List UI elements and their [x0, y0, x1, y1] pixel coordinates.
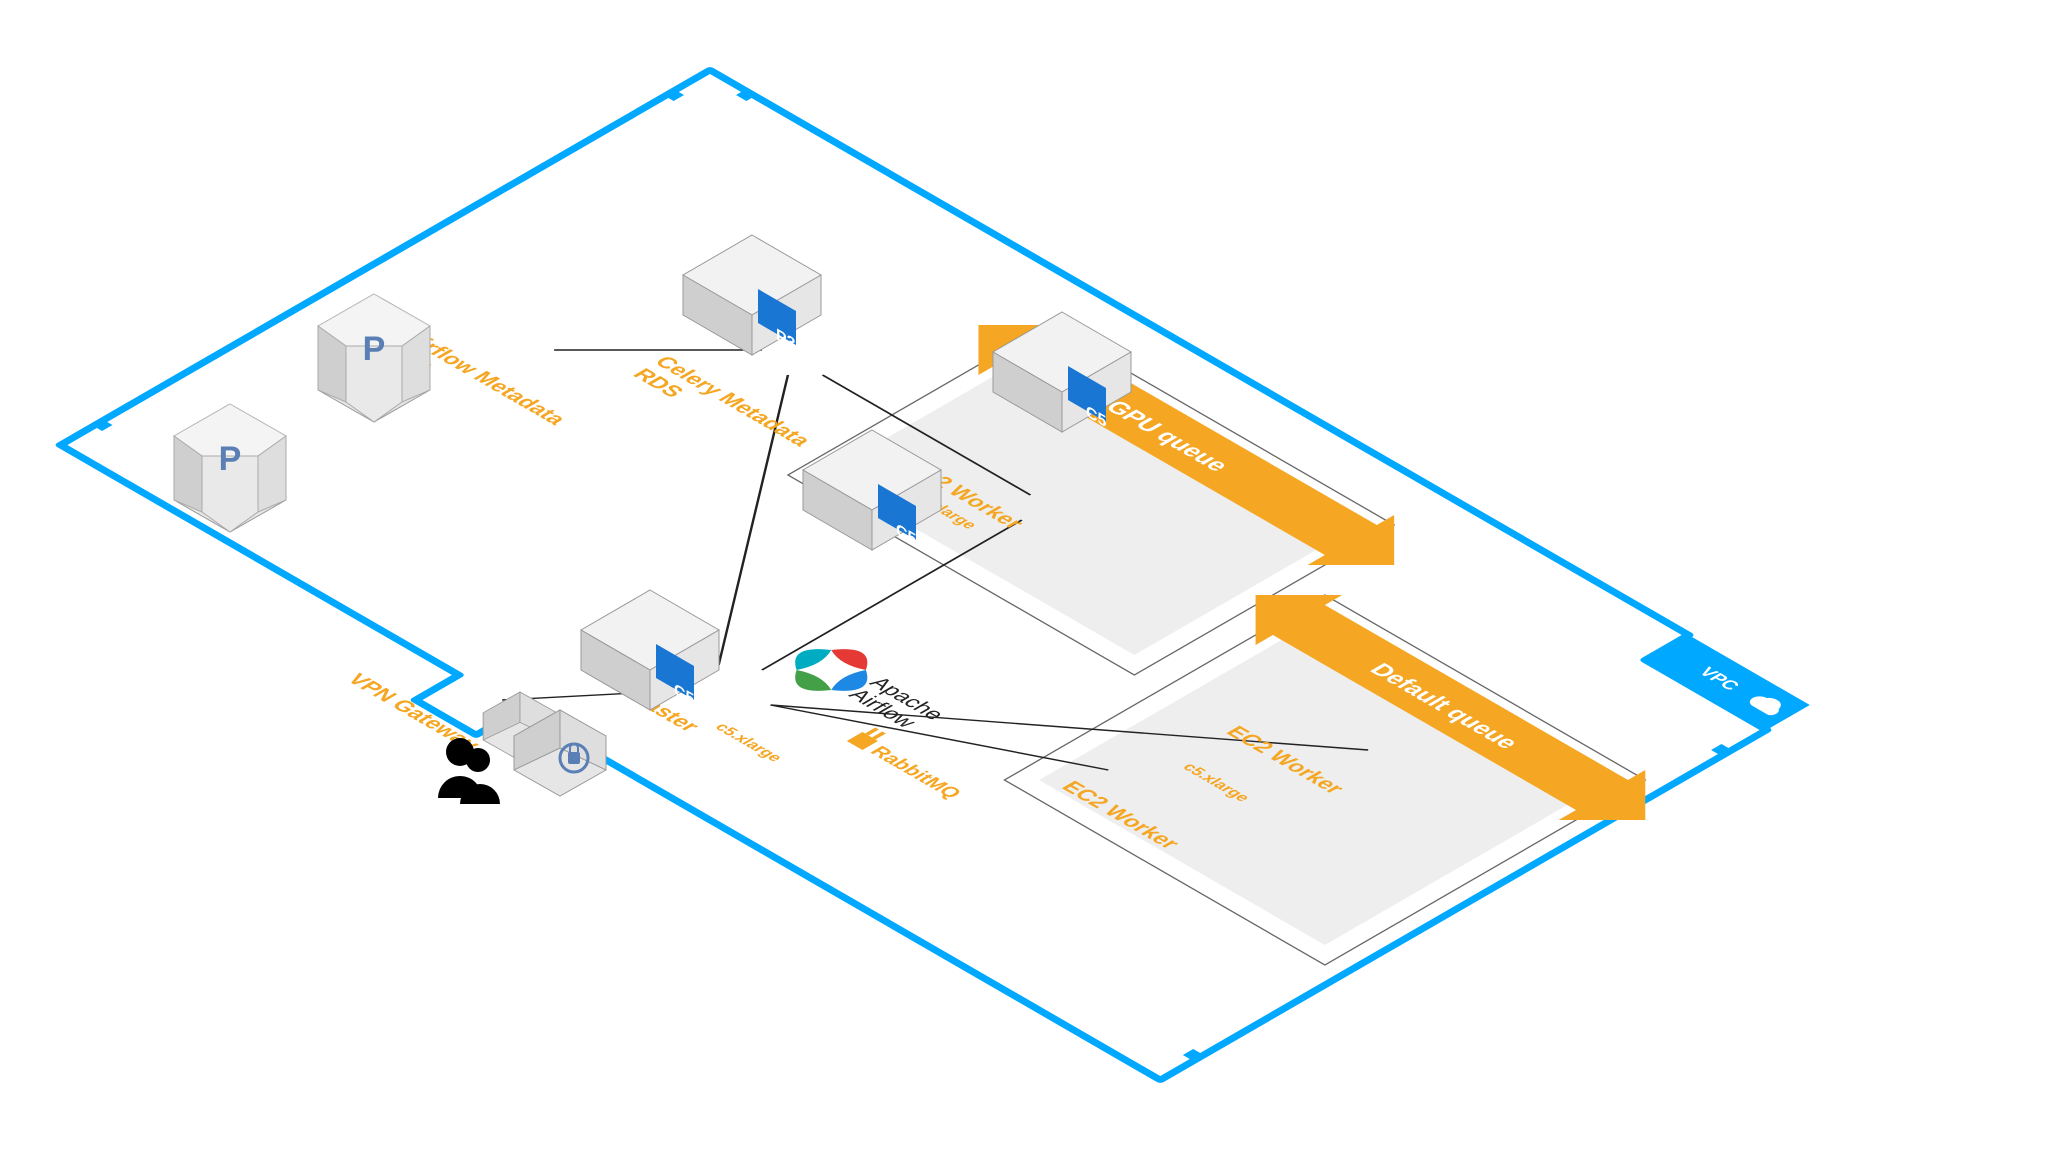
master-node: C5 [581, 590, 719, 710]
airflow-rds-node: P [174, 404, 286, 532]
master-instance: c5.xlarge [711, 721, 786, 764]
celery-rds-l1: Celery Metadata [649, 352, 817, 449]
architecture-diagram: VPC GPU queue [0, 0, 2048, 1152]
rabbitmq-logo: RabbitMQ [844, 726, 975, 802]
airflow-rds-badge: P [219, 440, 242, 478]
celery-rds-node: P [318, 294, 430, 422]
airflow-logo: Apache Airflow [771, 635, 957, 742]
vpc-boundary: VPC [15, 68, 1811, 1105]
gpu-worker-node: P3 [683, 235, 821, 355]
celery-rds-badge: P [363, 330, 386, 368]
rabbitmq-label: RabbitMQ [865, 743, 966, 801]
vpn-node [483, 692, 606, 796]
user-icon [438, 738, 500, 804]
